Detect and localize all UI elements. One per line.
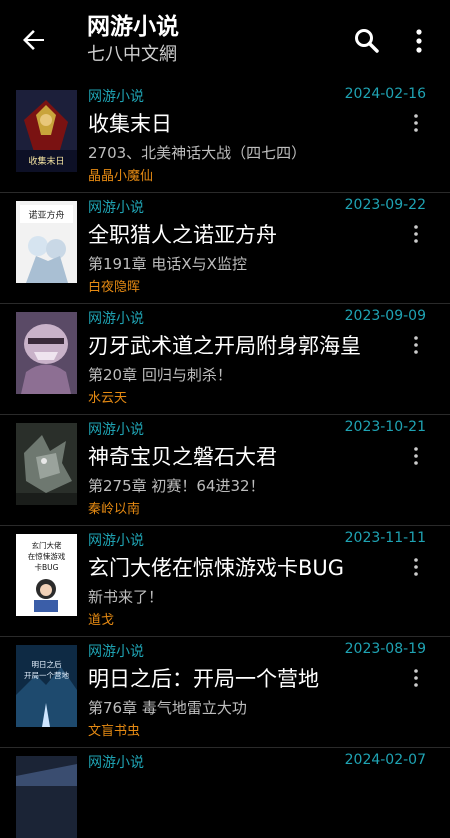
- svg-text:开局一个营地: 开局一个营地: [24, 670, 69, 680]
- latest-chapter: 第191章 电话X与X监控: [88, 255, 247, 273]
- svg-text:玄门大佬: 玄门大佬: [32, 540, 62, 550]
- book-cover: 玄门大佬 在惊悚游戏 卡BUG: [16, 534, 77, 616]
- book-category: 网游小说: [88, 422, 144, 438]
- search-icon: [355, 29, 379, 53]
- more-vert-icon: [416, 29, 422, 53]
- list-item[interactable]: 网游小说 2023-10-21 神奇宝贝之磐石大君 第275章 初赛！64进32…: [0, 415, 450, 526]
- back-button[interactable]: [18, 24, 50, 56]
- book-category: 网游小说: [88, 200, 144, 216]
- page-title: 网游小说: [87, 14, 179, 40]
- latest-chapter: 第275章 初赛！64进32！: [88, 477, 265, 495]
- list-item[interactable]: 诺亚方舟 网游小说 2023-09-22 全职猎人之诺亚方舟 第191章 电话X…: [0, 193, 450, 304]
- book-cover: [16, 756, 77, 838]
- book-title: 收集末日: [88, 112, 172, 136]
- book-date: 2024-02-07: [344, 752, 426, 768]
- book-category: 网游小说: [88, 311, 144, 327]
- book-author: 道戈: [88, 613, 115, 628]
- app-bar: 网游小说 七八中文網: [0, 0, 450, 82]
- book-category: 网游小说: [88, 644, 144, 660]
- list-item[interactable]: 收集末日 网游小说 2024-02-16 收集末日 2703、北美神话大战（四七…: [0, 82, 450, 193]
- book-title: 全职猎人之诺亚方舟: [88, 223, 277, 247]
- book-date: 2023-09-22: [344, 197, 426, 213]
- book-author: 秦岭以南: [88, 502, 141, 517]
- book-title: 明日之后：开局一个营地: [88, 667, 319, 691]
- book-title: 神奇宝贝之磐石大君: [88, 445, 277, 469]
- latest-chapter: 新书来了！: [88, 588, 164, 606]
- svg-text:在惊悚游戏: 在惊悚游戏: [28, 551, 66, 561]
- book-category: 网游小说: [88, 89, 144, 105]
- item-more-button[interactable]: [408, 667, 424, 689]
- book-cover: 明日之后 开局一个营地: [16, 645, 77, 727]
- svg-text:明日之后: 明日之后: [32, 659, 62, 669]
- list-item[interactable]: 网游小说 2024-02-07: [0, 748, 450, 838]
- book-author: 文盲书虫: [88, 724, 141, 739]
- item-more-button[interactable]: [408, 556, 424, 578]
- more-vert-icon: [414, 558, 418, 576]
- arrow-back-icon: [23, 30, 44, 50]
- book-author: 晶晶小魔仙: [88, 169, 154, 184]
- book-date: 2023-11-11: [344, 530, 426, 546]
- book-date: 2024-02-16: [344, 86, 426, 102]
- item-more-button[interactable]: [408, 334, 424, 356]
- book-cover: [16, 423, 77, 505]
- more-options-button[interactable]: [405, 26, 433, 56]
- more-vert-icon: [414, 336, 418, 354]
- item-more-button[interactable]: [408, 445, 424, 467]
- book-date: 2023-09-09: [344, 308, 426, 324]
- book-cover: [16, 312, 77, 394]
- book-author: 白夜隐晖: [88, 280, 141, 295]
- list-item[interactable]: 玄门大佬 在惊悚游戏 卡BUG 网游小说 2023-11-11 玄门大佬在惊悚游…: [0, 526, 450, 637]
- search-button[interactable]: [352, 26, 382, 56]
- more-vert-icon: [414, 669, 418, 687]
- book-date: 2023-08-19: [344, 641, 426, 657]
- book-author: 水云天: [88, 391, 128, 406]
- svg-text:卡BUG: 卡BUG: [35, 562, 59, 572]
- more-vert-icon: [414, 114, 418, 132]
- list-item[interactable]: 明日之后 开局一个营地 网游小说 2023-08-19 明日之后：开局一个营地 …: [0, 637, 450, 748]
- more-vert-icon: [414, 225, 418, 243]
- list-item[interactable]: 网游小说 2023-09-09 刃牙武术道之开局附身郭海皇 第20章 回归与刺杀…: [0, 304, 450, 415]
- book-list: 收集末日 网游小说 2024-02-16 收集末日 2703、北美神话大战（四七…: [0, 82, 450, 838]
- book-cover: 收集末日: [16, 90, 77, 172]
- latest-chapter: 2703、北美神话大战（四七四）: [88, 144, 307, 162]
- svg-text:诺亚方舟: 诺亚方舟: [28, 209, 64, 221]
- latest-chapter: 第20章 回归与刺杀！: [88, 366, 232, 384]
- book-category: 网游小说: [88, 755, 144, 771]
- item-more-button[interactable]: [408, 112, 424, 134]
- item-more-button[interactable]: [408, 223, 424, 245]
- book-title: 刃牙武术道之开局附身郭海皇: [88, 334, 361, 358]
- more-vert-icon: [414, 447, 418, 465]
- book-date: 2023-10-21: [344, 419, 426, 435]
- svg-text:收集末日: 收集末日: [28, 155, 64, 167]
- book-category: 网游小说: [88, 533, 144, 549]
- book-title: 玄门大佬在惊悚游戏卡BUG: [88, 556, 345, 580]
- page-subtitle: 七八中文網: [87, 44, 177, 65]
- book-cover: 诺亚方舟: [16, 201, 77, 283]
- latest-chapter: 第76章 毒气地雷立大功: [88, 699, 247, 717]
